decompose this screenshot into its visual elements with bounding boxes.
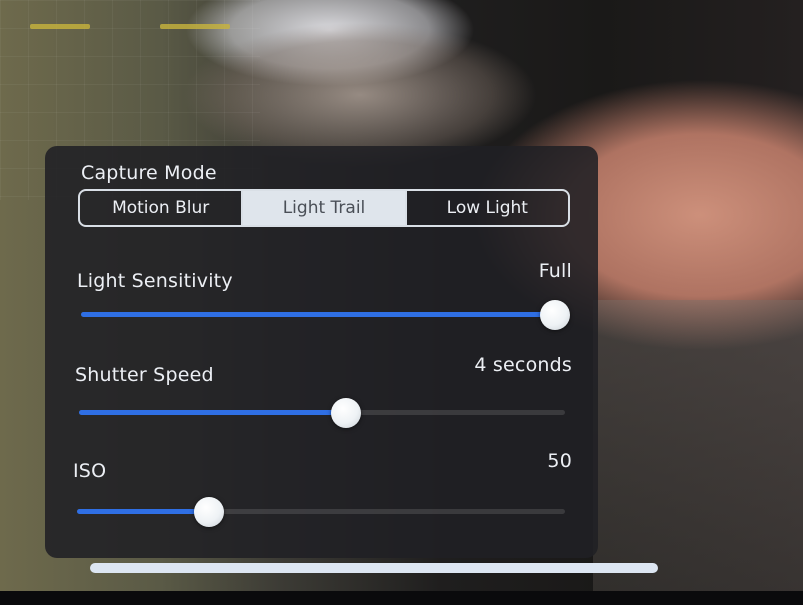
capture-mode-title: Capture Mode xyxy=(81,162,217,184)
light-sensitivity-label: Light Sensitivity xyxy=(77,270,233,292)
camera-viewfinder: Capture Mode Motion Blur Light Trail Low… xyxy=(0,0,803,605)
light-sensitivity-slider[interactable] xyxy=(81,300,570,330)
background-floor-marking xyxy=(30,24,90,29)
shutter-speed-slider[interactable] xyxy=(79,398,565,428)
background-floor-marking xyxy=(160,24,230,29)
shutter-speed-value: 4 seconds xyxy=(474,354,572,376)
segment-motion-blur[interactable]: Motion Blur xyxy=(80,191,241,225)
slider-fill xyxy=(79,410,347,415)
light-sensitivity-value: Full xyxy=(538,260,572,282)
iso-label: ISO xyxy=(73,460,107,482)
slider-thumb[interactable] xyxy=(331,398,362,428)
iso-value: 50 xyxy=(547,450,572,472)
slider-thumb[interactable] xyxy=(193,497,224,527)
segment-light-trail[interactable]: Light Trail xyxy=(241,191,405,225)
capture-settings-panel: Capture Mode Motion Blur Light Trail Low… xyxy=(45,146,598,558)
iso-slider[interactable] xyxy=(77,497,565,527)
segment-low-light[interactable]: Low Light xyxy=(404,191,568,225)
slider-fill xyxy=(81,312,555,317)
background-table xyxy=(593,300,803,600)
slider-fill xyxy=(77,509,209,514)
home-indicator[interactable] xyxy=(90,563,658,573)
slider-thumb[interactable] xyxy=(540,300,570,330)
capture-mode-segmented-control: Motion Blur Light Trail Low Light xyxy=(78,189,570,227)
screen-bottom-bezel xyxy=(0,591,803,605)
shutter-speed-label: Shutter Speed xyxy=(75,364,214,386)
